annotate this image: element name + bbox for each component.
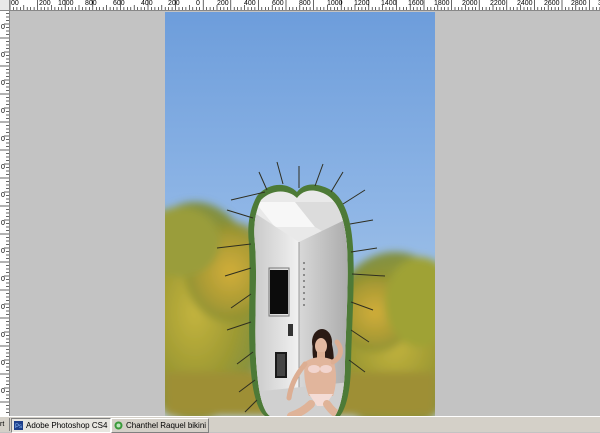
ruler-label: 2000 bbox=[462, 0, 478, 7]
ruler-label: 0 bbox=[1, 80, 5, 87]
ruler-label: 0 bbox=[1, 52, 5, 59]
vertical-ruler[interactable]: 0 0 0 0 0 0 0 0 0 0 0 0 0 0 bbox=[0, 10, 10, 416]
document-canvas[interactable] bbox=[165, 12, 435, 416]
horizontal-ruler[interactable]: 00 200 1000 800 600 400 200 0 200 400 60… bbox=[0, 0, 600, 11]
ruler-label: 2800 bbox=[571, 0, 587, 7]
ruler-label: 400 bbox=[244, 0, 256, 7]
taskbar: rt Ps Adobe Photoshop CS4 - ... Chanthel… bbox=[0, 416, 600, 433]
ruler-label: 1000 bbox=[58, 0, 74, 7]
ruler-label: 2400 bbox=[517, 0, 533, 7]
ruler-label: 0 bbox=[1, 164, 5, 171]
taskbar-task-label: Adobe Photoshop CS4 - ... bbox=[26, 421, 110, 430]
ruler-corner bbox=[0, 0, 10, 11]
ruler-label: 200 bbox=[217, 0, 229, 7]
ruler-label: 200 bbox=[39, 0, 51, 7]
ruler-label: 0 bbox=[196, 0, 200, 7]
ruler-label: 200 bbox=[168, 0, 180, 7]
ruler-label: 2200 bbox=[490, 0, 506, 7]
ruler-label: 0 bbox=[1, 360, 5, 367]
ruler-label: 800 bbox=[85, 0, 97, 7]
ruler-label: 00 bbox=[11, 0, 19, 7]
photoshop-icon: Ps bbox=[14, 421, 23, 430]
ruler-label: 0 bbox=[1, 108, 5, 115]
ruler-label: 600 bbox=[113, 0, 125, 7]
ruler-label: 400 bbox=[141, 0, 153, 7]
ruler-label: 0 bbox=[1, 248, 5, 255]
ruler-label: 0 bbox=[1, 136, 5, 143]
start-label: rt bbox=[0, 421, 5, 428]
composite-artwork bbox=[165, 12, 435, 416]
ruler-label: 0 bbox=[1, 388, 5, 395]
ruler-label: 1200 bbox=[354, 0, 370, 7]
svg-text:Ps: Ps bbox=[15, 424, 22, 430]
ruler-label: 0 bbox=[1, 220, 5, 227]
ruler-label: 0 bbox=[1, 332, 5, 339]
ruler-label: 1000 bbox=[327, 0, 343, 7]
browser-icon bbox=[114, 421, 123, 430]
ruler-label: 0 bbox=[1, 276, 5, 283]
ruler-label: 0 bbox=[1, 192, 5, 199]
ruler-label: 800 bbox=[299, 0, 311, 7]
taskbar-task-label: Chanthel Raquel bikini st... bbox=[126, 421, 208, 430]
start-button[interactable]: rt bbox=[0, 418, 10, 431]
ruler-label: 1400 bbox=[381, 0, 397, 7]
vertical-ruler-ticks bbox=[0, 10, 9, 413]
ruler-label: 600 bbox=[272, 0, 284, 7]
ruler-label: 2600 bbox=[544, 0, 560, 7]
ruler-label: 1800 bbox=[434, 0, 450, 7]
ruler-label: 0 bbox=[1, 24, 5, 31]
ruler-label: 1600 bbox=[408, 0, 424, 7]
ruler-label: 0 bbox=[1, 304, 5, 311]
